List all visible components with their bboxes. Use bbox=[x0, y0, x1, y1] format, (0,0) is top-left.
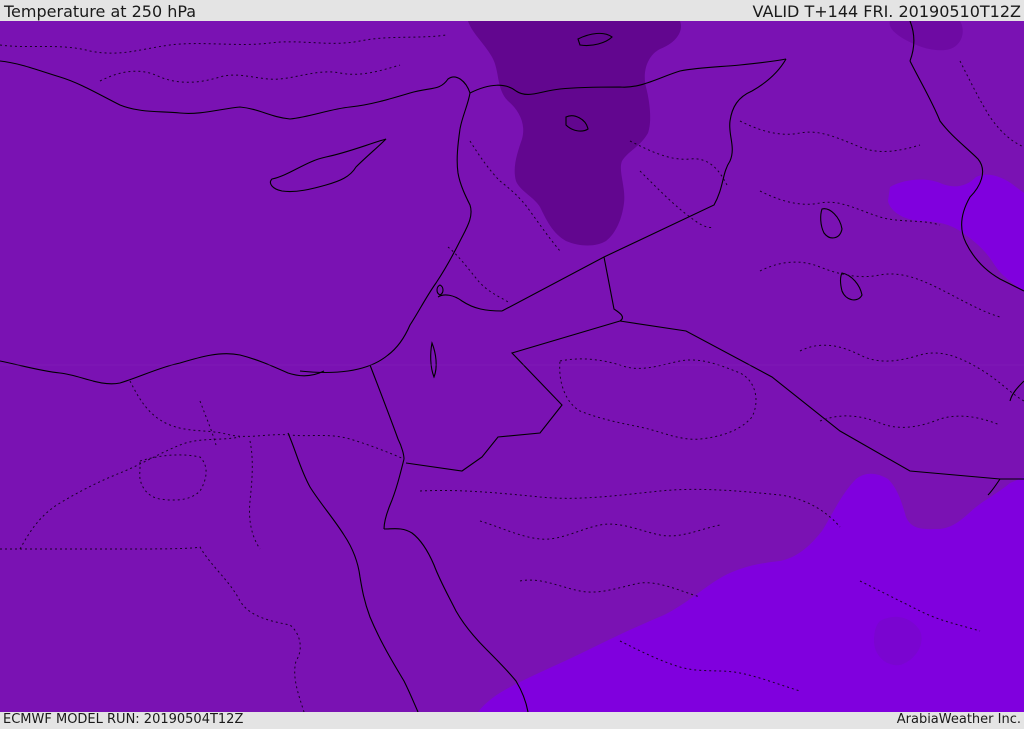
title-bar: Temperature at 250 hPa VALID T+144 FRI. … bbox=[0, 0, 1024, 21]
temperature-map bbox=[0, 21, 1024, 712]
valid-time: VALID T+144 FRI. 20190510T12Z bbox=[752, 2, 1021, 21]
footer-bar: ECMWF MODEL RUN: 20190504T12Z ArabiaWeat… bbox=[0, 712, 1024, 729]
credit-label: ArabiaWeather Inc. bbox=[896, 712, 1021, 727]
map-title: Temperature at 250 hPa bbox=[4, 2, 197, 21]
model-run-label: ECMWF MODEL RUN: 20190504T12Z bbox=[3, 712, 244, 727]
